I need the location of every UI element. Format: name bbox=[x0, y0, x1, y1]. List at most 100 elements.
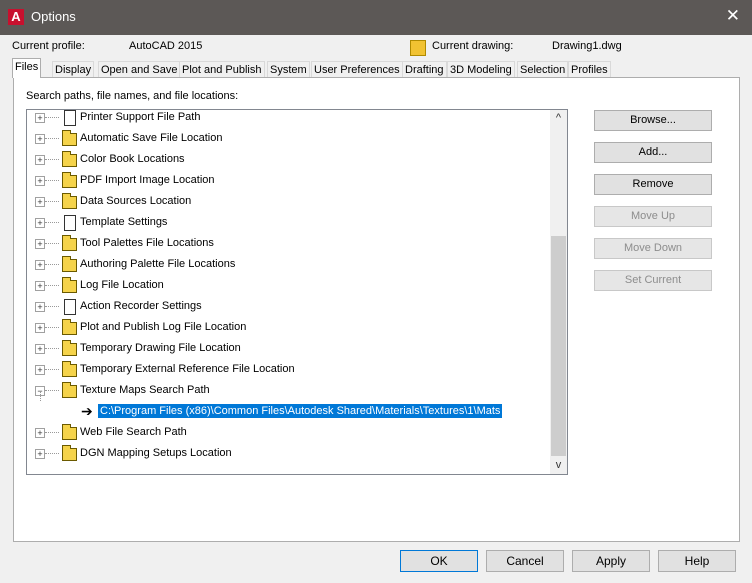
tree-item-label: Tool Palettes File Locations bbox=[80, 237, 214, 249]
current-profile-value: AutoCAD 2015 bbox=[129, 40, 203, 52]
expand-icon[interactable]: + bbox=[35, 239, 45, 249]
browse-button[interactable]: Browse... bbox=[594, 110, 712, 131]
expand-icon[interactable]: + bbox=[35, 197, 45, 207]
tab-profiles[interactable]: Profiles bbox=[568, 61, 611, 78]
page-icon bbox=[64, 215, 76, 231]
tree-item-label: Template Settings bbox=[80, 216, 168, 228]
tree-item-label: Temporary Drawing File Location bbox=[80, 342, 241, 354]
tree-item-template-settings[interactable]: + Template Settings bbox=[27, 213, 547, 233]
expand-icon[interactable]: + bbox=[35, 302, 45, 312]
vertical-scrollbar[interactable]: ^ v bbox=[550, 110, 567, 474]
page-icon bbox=[64, 299, 76, 315]
folder-icon bbox=[62, 235, 77, 251]
tab-display[interactable]: Display bbox=[52, 61, 95, 78]
tree-item-web-file[interactable]: + Web File Search Path bbox=[27, 423, 547, 443]
folder-icon bbox=[62, 130, 77, 146]
tree-item-color-book[interactable]: + Color Book Locations bbox=[27, 150, 547, 170]
files-panel: Search paths, file names, and file locat… bbox=[13, 77, 740, 542]
expand-icon[interactable]: + bbox=[35, 113, 45, 123]
page-icon bbox=[64, 110, 76, 126]
tree-item-printer-support[interactable]: + Printer Support File Path bbox=[27, 110, 547, 128]
profile-row: Current profile: AutoCAD 2015 Current dr… bbox=[0, 40, 752, 56]
expand-icon[interactable]: + bbox=[35, 365, 45, 375]
tree-item-label: Automatic Save File Location bbox=[80, 132, 223, 144]
expand-icon[interactable]: + bbox=[35, 134, 45, 144]
tree-item-data-sources[interactable]: + Data Sources Location bbox=[27, 192, 547, 212]
move-up-button[interactable]: Move Up bbox=[594, 206, 712, 227]
tab-plot-and-publish[interactable]: Plot and Publish bbox=[179, 61, 265, 78]
expand-icon[interactable]: + bbox=[35, 449, 45, 459]
folder-icon bbox=[62, 424, 77, 440]
title-bar: A Options ✕ bbox=[0, 0, 752, 35]
tree-item-pdf-import[interactable]: + PDF Import Image Location bbox=[27, 171, 547, 191]
scroll-thumb[interactable] bbox=[551, 236, 566, 456]
folder-icon bbox=[62, 445, 77, 461]
scroll-down-icon[interactable]: v bbox=[550, 457, 567, 474]
folder-icon bbox=[62, 172, 77, 188]
tree-item-temp-drawing[interactable]: + Temporary Drawing File Location bbox=[27, 339, 547, 359]
current-profile-label: Current profile: bbox=[12, 40, 85, 52]
expand-icon[interactable]: + bbox=[35, 428, 45, 438]
tree-item-label: Texture Maps Search Path bbox=[80, 384, 210, 396]
expand-icon[interactable]: + bbox=[35, 323, 45, 333]
expand-icon[interactable]: + bbox=[35, 344, 45, 354]
tree-item-plot-publish-log[interactable]: + Plot and Publish Log File Location bbox=[27, 318, 547, 338]
scroll-up-icon[interactable]: ^ bbox=[550, 110, 567, 127]
help-button[interactable]: Help bbox=[658, 550, 736, 572]
expand-icon[interactable]: + bbox=[35, 281, 45, 291]
tree-item-label: Temporary External Reference File Locati… bbox=[80, 363, 295, 375]
selected-path[interactable]: C:\Program Files (x86)\Common Files\Auto… bbox=[98, 404, 503, 418]
current-drawing-value: Drawing1.dwg bbox=[552, 40, 622, 52]
remove-button[interactable]: Remove bbox=[594, 174, 712, 195]
arrow-right-icon: ➔ bbox=[81, 403, 93, 419]
tab-drafting[interactable]: Drafting bbox=[402, 61, 447, 78]
tree-item-action-recorder[interactable]: + Action Recorder Settings bbox=[27, 297, 547, 317]
tree-item-label: Action Recorder Settings bbox=[80, 300, 202, 312]
tree-item-label: Data Sources Location bbox=[80, 195, 192, 207]
tree-item-label: Log File Location bbox=[80, 279, 164, 291]
move-down-button[interactable]: Move Down bbox=[594, 238, 712, 259]
window-title: Options bbox=[31, 9, 76, 24]
tab-files[interactable]: Files bbox=[12, 58, 42, 78]
folder-icon bbox=[62, 319, 77, 335]
expand-icon[interactable]: + bbox=[35, 218, 45, 228]
tree-item-dgn-mapping[interactable]: + DGN Mapping Setups Location bbox=[27, 444, 547, 464]
options-dialog: Current profile: AutoCAD 2015 Current dr… bbox=[0, 35, 752, 583]
tab-open-and-save[interactable]: Open and Save bbox=[98, 61, 181, 78]
tree-item-label: Printer Support File Path bbox=[80, 111, 201, 123]
tree-item-label: Web File Search Path bbox=[80, 426, 187, 438]
file-locations-tree[interactable]: + Printer Support File Path + Automatic … bbox=[26, 109, 568, 475]
tab-system[interactable]: System bbox=[267, 61, 310, 78]
current-drawing-label: Current drawing: bbox=[432, 40, 514, 52]
tree-item-label: Color Book Locations bbox=[80, 153, 185, 165]
tab-3d-modeling[interactable]: 3D Modeling bbox=[447, 61, 515, 78]
tab-user-preferences[interactable]: User Preferences bbox=[311, 61, 403, 78]
expand-icon[interactable]: + bbox=[35, 176, 45, 186]
tree-item-texture-maps[interactable]: − Texture Maps Search Path bbox=[27, 381, 547, 401]
apply-button[interactable]: Apply bbox=[572, 550, 650, 572]
tree-item-label: DGN Mapping Setups Location bbox=[80, 447, 232, 459]
autocad-app-icon: A bbox=[8, 9, 24, 25]
expand-icon[interactable]: + bbox=[35, 155, 45, 165]
folder-icon bbox=[62, 340, 77, 356]
ok-button[interactable]: OK bbox=[400, 550, 478, 572]
tree-item-authoring-palette[interactable]: + Authoring Palette File Locations bbox=[27, 255, 547, 275]
folder-icon bbox=[62, 277, 77, 293]
tree-child-texture-path[interactable]: ➔ C:\Program Files (x86)\Common Files\Au… bbox=[77, 402, 557, 422]
close-icon[interactable]: ✕ bbox=[726, 6, 740, 26]
set-current-button[interactable]: Set Current bbox=[594, 270, 712, 291]
add-button[interactable]: Add... bbox=[594, 142, 712, 163]
search-paths-label: Search paths, file names, and file locat… bbox=[26, 90, 239, 102]
open-folder-icon bbox=[62, 382, 77, 398]
folder-icon bbox=[62, 256, 77, 272]
tree-item-label: PDF Import Image Location bbox=[80, 174, 215, 186]
tree-item-log-file[interactable]: + Log File Location bbox=[27, 276, 547, 296]
tree-item-automatic-save[interactable]: + Automatic Save File Location bbox=[27, 129, 547, 149]
cancel-button[interactable]: Cancel bbox=[486, 550, 564, 572]
expand-icon[interactable]: + bbox=[35, 260, 45, 270]
tab-selection[interactable]: Selection bbox=[517, 61, 569, 78]
tree-item-temp-xref[interactable]: + Temporary External Reference File Loca… bbox=[27, 360, 547, 380]
tree-item-tool-palettes[interactable]: + Tool Palettes File Locations bbox=[27, 234, 547, 254]
drawing-file-icon bbox=[410, 40, 426, 56]
folder-icon bbox=[62, 151, 77, 167]
